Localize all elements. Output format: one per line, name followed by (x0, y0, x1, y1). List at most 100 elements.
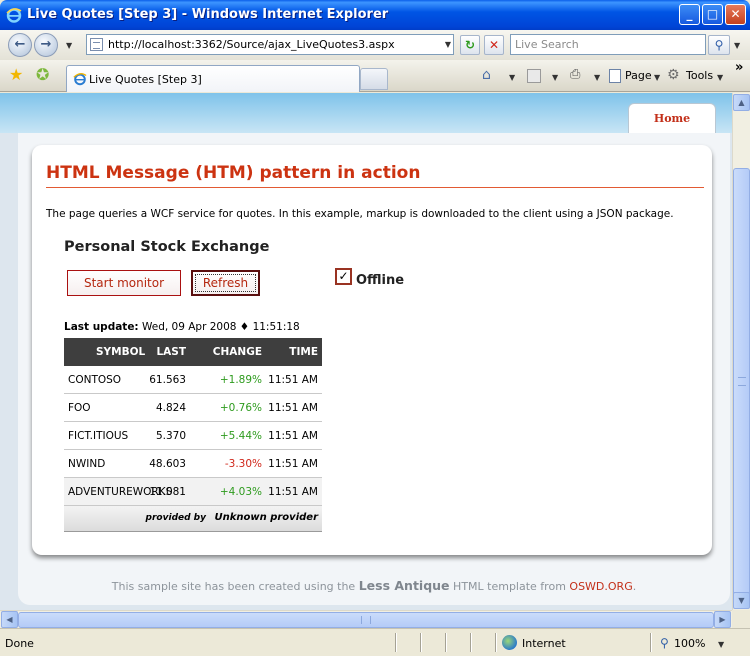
maximize-button[interactable]: □ (702, 4, 723, 25)
arrow-left-icon: ← (14, 37, 26, 52)
cell-change: +1.89% (219, 374, 262, 386)
scroll-right-button[interactable]: ▶ (714, 611, 731, 628)
provider-name: Unknown provider (214, 512, 319, 523)
cell-time: 11:51 AM (268, 402, 318, 414)
chevron-up-icon: ▲ (738, 98, 745, 107)
globe-icon (502, 635, 517, 650)
new-tab-button[interactable] (360, 68, 388, 90)
cell-time: 11:51 AM (268, 458, 318, 470)
close-window-button[interactable]: ✕ (725, 4, 746, 25)
widget-title: Personal Stock Exchange (64, 239, 270, 255)
close-icon: ✕ (730, 7, 741, 21)
site-footer: This sample site has been created using … (18, 578, 730, 593)
stop-button[interactable]: ✕ (484, 35, 504, 55)
cell-time: 11:51 AM (268, 430, 318, 442)
last-update-label: Last update: (64, 321, 139, 333)
horizontal-scrollbar[interactable]: ◀ ▶ (0, 610, 732, 628)
cell-change: -3.30% (224, 458, 262, 470)
scroll-up-button[interactable]: ▲ (733, 94, 750, 111)
horizontal-scroll-thumb[interactable] (18, 612, 714, 628)
stop-icon: ✕ (488, 38, 500, 52)
address-url[interactable]: http://localhost:3362/Source/ajax_LiveQu… (108, 38, 395, 51)
vertical-scroll-thumb[interactable] (733, 168, 750, 598)
cell-last: 11.081 (149, 486, 186, 498)
cell-symbol: NWIND (68, 458, 106, 470)
status-divider (495, 633, 497, 652)
page-menu[interactable]: Page (625, 69, 652, 82)
start-monitor-button[interactable]: Start monitor (67, 270, 181, 296)
provider-row: provided by Unknown provider (64, 506, 322, 532)
zoom-icon: ⚲ (660, 636, 669, 650)
table-row: CONTOSO 61.563 +1.89% 11:51 AM (64, 366, 322, 394)
add-favorites-icon[interactable]: ✪ (36, 67, 49, 83)
offline-checkbox[interactable]: ✓ (335, 268, 352, 285)
title-divider (46, 187, 704, 188)
favorites-center-icon[interactable]: ★ (9, 67, 23, 83)
feeds-dropdown-icon[interactable]: ▼ (552, 73, 558, 82)
search-options-dropdown-icon[interactable]: ▼ (734, 41, 740, 50)
forward-button[interactable]: → (34, 33, 58, 57)
cell-symbol: FICT.ITIOUS (68, 430, 129, 442)
last-update-value: Wed, 09 Apr 2008 ♦ 11:51:18 (141, 321, 300, 333)
status-text: Done (5, 637, 34, 650)
nav-home-label: Home (653, 112, 691, 125)
status-divider (395, 633, 397, 652)
search-input[interactable]: Live Search (510, 34, 706, 55)
tools-menu[interactable]: Tools (686, 69, 713, 82)
site-body: HTML Message (HTM) pattern in action The… (18, 133, 730, 605)
feeds-icon[interactable] (527, 69, 541, 83)
status-divider (470, 633, 472, 652)
minimize-button[interactable]: _ (679, 4, 700, 25)
minimize-icon: _ (686, 7, 693, 21)
tab-toolbar: ★ ✪ Live Quotes [Step 3] ⌂ ▼ ▼ ⎙ ▼ Page … (0, 60, 750, 92)
vertical-scrollbar[interactable]: ▲ ▼ (732, 93, 750, 610)
back-button[interactable]: ← (8, 33, 32, 57)
table-row: FICT.ITIOUS 5.370 +5.44% 11:51 AM (64, 422, 322, 450)
address-bar[interactable]: http://localhost:3362/Source/ajax_LiveQu… (86, 34, 454, 55)
scrollbar-corner (732, 610, 750, 628)
refresh-page-button[interactable]: ↻ (460, 35, 480, 55)
arrow-right-icon: → (40, 37, 52, 52)
home-icon[interactable]: ⌂ (482, 67, 498, 83)
search-button[interactable]: ⚲ (708, 35, 730, 55)
print-icon[interactable]: ⎙ (570, 67, 586, 83)
tab-label: Live Quotes [Step 3] (89, 73, 202, 86)
print-dropdown-icon[interactable]: ▼ (594, 73, 600, 82)
zoom-dropdown-icon[interactable]: ▼ (718, 640, 724, 649)
address-dropdown-icon[interactable]: ▼ (445, 40, 451, 49)
content-card: HTML Message (HTM) pattern in action The… (32, 145, 712, 555)
scroll-down-button[interactable]: ▼ (733, 592, 750, 609)
table-row: ADVENTUREWORKS 11.081 +4.03% 11:51 AM (64, 478, 322, 506)
refresh-button[interactable]: Refresh (191, 270, 260, 296)
page-description: The page queries a WCF service for quote… (46, 208, 674, 220)
cell-symbol: CONTOSO (68, 374, 122, 386)
cell-last: 4.824 (155, 402, 186, 414)
home-dropdown-icon[interactable]: ▼ (509, 73, 515, 82)
page-dropdown-icon[interactable]: ▼ (654, 73, 660, 82)
scroll-left-button[interactable]: ◀ (1, 611, 18, 628)
more-commands-icon[interactable]: » (735, 60, 743, 75)
tools-dropdown-icon[interactable]: ▼ (717, 73, 723, 82)
security-zone[interactable]: Internet (522, 637, 566, 650)
footer-prefix: This sample site has been created using … (111, 580, 356, 593)
header-last: LAST (156, 346, 186, 358)
cell-last: 61.563 (149, 374, 186, 386)
history-dropdown-icon[interactable]: ▼ (66, 41, 72, 50)
gear-icon: ⚙ (667, 67, 680, 83)
status-bar: Done Internet ⚲ 100% ▼ (0, 628, 750, 656)
cell-time: 11:51 AM (268, 486, 318, 498)
status-divider (420, 633, 422, 652)
header-symbol: SYMBOL (96, 346, 146, 358)
status-divider (445, 633, 447, 652)
table-row: FOO 4.824 +0.76% 11:51 AM (64, 394, 322, 422)
zoom-level[interactable]: 100% (674, 637, 705, 650)
window-title-bar[interactable]: Live Quotes [Step 3] - Windows Internet … (0, 0, 750, 30)
tab-live-quotes[interactable]: Live Quotes [Step 3] (66, 65, 360, 92)
cell-last: 5.370 (155, 430, 186, 442)
nav-tab-home[interactable]: Home (628, 103, 716, 135)
header-change: CHANGE (212, 346, 262, 358)
navigation-toolbar: ← → ▼ http://localhost:3362/Source/ajax_… (0, 30, 750, 60)
table-row: NWIND 48.603 -3.30% 11:51 AM (64, 450, 322, 478)
footer-org-link[interactable]: OSWD.ORG (569, 580, 632, 593)
quotes-table: SYMBOL LAST CHANGE TIME CONTOSO 61.563 +… (64, 338, 322, 532)
